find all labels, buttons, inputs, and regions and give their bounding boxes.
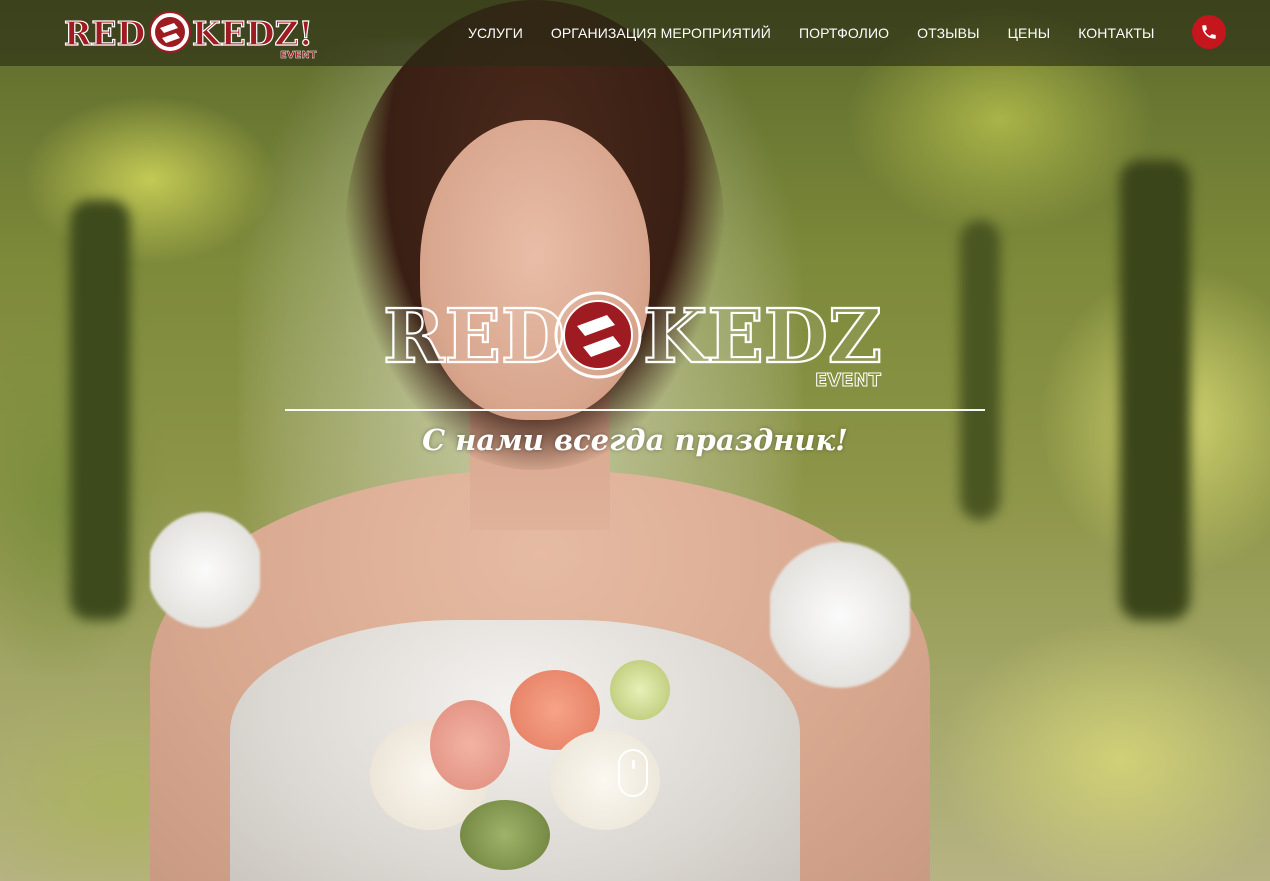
nav-item-portfolio[interactable]: ПОРТФОЛИО: [799, 25, 889, 41]
svg-text:KEDZ!: KEDZ!: [643, 294, 888, 380]
header-logo[interactable]: RED KEDZ! EVENT: [64, 10, 318, 60]
hero-logo: RED KEDZ! EVENT: [383, 291, 888, 390]
phone-button[interactable]: [1192, 15, 1226, 49]
svg-text:KEDZ!: KEDZ!: [192, 14, 313, 53]
main-navigation: УСЛУГИ ОРГАНИЗАЦИЯ МЕРОПРИЯТИЙ ПОРТФОЛИО…: [468, 0, 1183, 66]
nav-item-contacts[interactable]: КОНТАКТЫ: [1078, 25, 1154, 41]
phone-icon: [1202, 25, 1216, 39]
nav-item-services[interactable]: УСЛУГИ: [468, 25, 523, 41]
mouse-scroll-icon[interactable]: [618, 749, 648, 797]
header-logo-subtext: EVENT: [280, 50, 317, 60]
nav-item-prices[interactable]: ЦЕНЫ: [1008, 25, 1051, 41]
hero-logo-subtext: EVENT: [815, 370, 882, 390]
svg-text:RED: RED: [383, 294, 565, 380]
hero-divider: [285, 409, 985, 411]
site-header: RED KEDZ! EVENT УСЛУГИ ОРГАНИЗАЦИЯ МЕРОП…: [0, 0, 1270, 66]
header-logo-text: RED: [64, 14, 145, 53]
nav-item-event-organization[interactable]: ОРГАНИЗАЦИЯ МЕРОПРИЯТИЙ: [551, 25, 771, 41]
hero-tagline: С нами всегда праздник!: [422, 423, 848, 457]
nav-item-reviews[interactable]: ОТЗЫВЫ: [917, 25, 979, 41]
